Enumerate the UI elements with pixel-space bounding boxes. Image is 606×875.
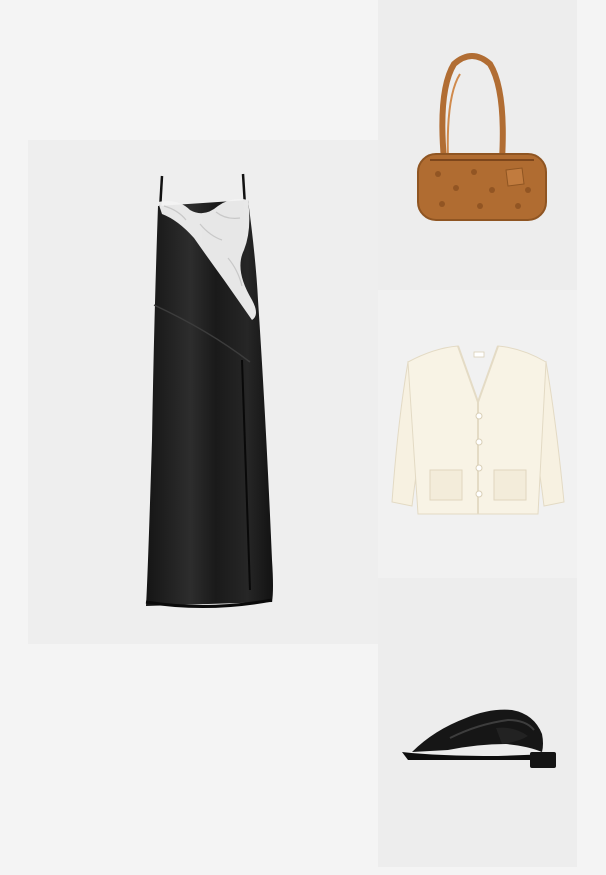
bag-tile[interactable]	[378, 0, 577, 290]
outfit-collage	[0, 0, 606, 875]
cream-knit-cardigan-icon	[391, 345, 565, 515]
cognac-monogram-shoulder-bag-icon	[417, 53, 547, 221]
black-lace-slip-dress-icon	[145, 173, 273, 609]
black-square-toe-slide-icon	[402, 709, 556, 768]
shoe-tile[interactable]	[378, 578, 577, 867]
dress-tile[interactable]	[28, 140, 378, 644]
cardigan-tile[interactable]	[378, 290, 577, 578]
